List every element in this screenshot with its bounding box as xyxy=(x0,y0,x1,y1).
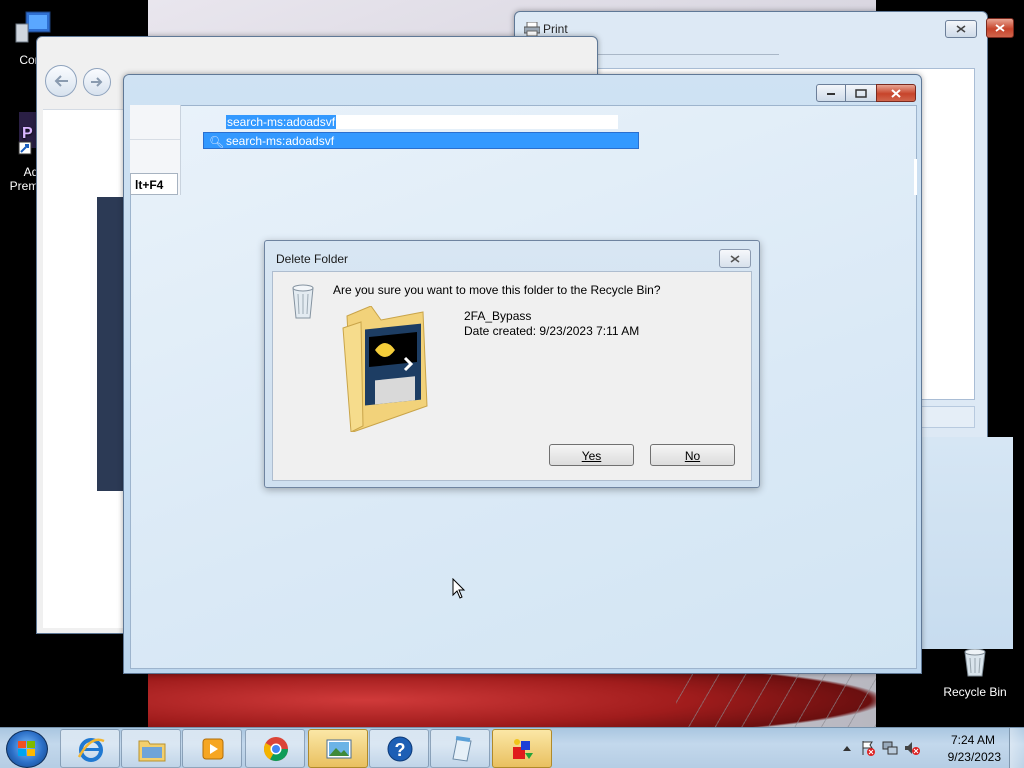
print-window-title: Print xyxy=(543,22,568,36)
volume-muted-icon[interactable] xyxy=(904,740,920,756)
chrome-icon xyxy=(263,737,288,762)
dialog-close-button[interactable] xyxy=(719,249,751,268)
search-suggestion-item[interactable]: 🔍︎ search-ms:adoadsvf xyxy=(203,132,639,149)
taskbar-item-media-player[interactable] xyxy=(182,729,242,768)
close-icon xyxy=(730,254,740,263)
desktop-icon-recycle-bin[interactable]: Recycle Bin xyxy=(940,648,1010,699)
taskbar-item-internet-explorer[interactable] xyxy=(60,729,120,768)
hidden-window-close-button[interactable] xyxy=(986,18,1014,38)
background-window-edge xyxy=(920,437,1013,649)
taskbar-item-paint-3d[interactable] xyxy=(492,729,552,768)
taskbar: ? 7:24 AM 9/23/2023 xyxy=(0,727,1024,768)
scrollbar-thumb[interactable] xyxy=(914,159,917,195)
address-search-input[interactable]: search-ms:adoadsvf xyxy=(226,115,618,129)
taskbar-item-photo-viewer[interactable] xyxy=(308,729,368,768)
close-button[interactable] xyxy=(876,84,916,102)
close-icon xyxy=(995,24,1005,32)
menu-shortcut-label[interactable]: lt+F4 xyxy=(130,173,178,195)
restore-icon xyxy=(855,88,867,98)
windows-explorer-icon xyxy=(138,740,166,762)
recycle-bin-icon xyxy=(964,648,986,677)
minimize-icon xyxy=(827,93,835,95)
clock-date[interactable]: 9/23/2023 xyxy=(948,750,1001,764)
internet-explorer-icon xyxy=(77,738,105,762)
action-center-flag-icon[interactable] xyxy=(860,740,876,756)
no-button-label: No xyxy=(684,449,701,463)
paint-3d-icon xyxy=(513,739,533,759)
delete-folder-dialog[interactable]: Delete Folder Are you sure you want to m… xyxy=(264,240,760,488)
minimize-button[interactable] xyxy=(816,84,846,102)
adobe-premiere-icon: P xyxy=(18,112,39,155)
maximize-button[interactable] xyxy=(845,84,877,102)
clock-time[interactable]: 7:24 AM xyxy=(951,733,995,747)
taskbar-item-help[interactable]: ? xyxy=(369,729,429,768)
back-button[interactable] xyxy=(45,65,77,97)
folder-date-created: Date created: 9/23/2023 7:11 AM xyxy=(464,324,640,338)
search-suggestion-label: search-ms:adoadsvf xyxy=(226,134,335,148)
desktop-icon-label: Recycle Bin xyxy=(943,685,1007,699)
dialog-question: Are you sure you want to move this folde… xyxy=(333,283,661,297)
printer-icon xyxy=(524,22,540,36)
show-hidden-icons-icon[interactable] xyxy=(842,744,852,752)
yes-button-label: Yes xyxy=(581,449,602,463)
forward-button[interactable] xyxy=(83,68,111,96)
search-icon: 🔍︎ xyxy=(209,135,225,149)
help-icon: ? xyxy=(387,736,413,762)
windows-logo-icon xyxy=(18,741,35,756)
recycle-bin-icon xyxy=(292,284,314,319)
system-tray: 7:24 AM 9/23/2023 xyxy=(834,728,1024,768)
yes-button[interactable]: Yes xyxy=(549,444,634,466)
close-icon xyxy=(956,25,966,33)
print-close-button[interactable] xyxy=(945,20,977,38)
close-icon xyxy=(891,88,901,98)
dialog-title: Delete Folder xyxy=(276,252,349,266)
folder-thumbnail-icon xyxy=(342,306,428,432)
forward-arrow-icon xyxy=(91,77,103,87)
taskbar-item-chrome[interactable] xyxy=(245,729,305,768)
dialog-body: Are you sure you want to move this folde… xyxy=(272,271,752,481)
show-desktop-button[interactable] xyxy=(1009,728,1024,768)
photo-viewer-icon xyxy=(326,739,352,759)
no-button[interactable]: No xyxy=(650,444,735,466)
start-button[interactable] xyxy=(6,730,48,768)
taskbar-item-windows-explorer[interactable] xyxy=(121,729,181,768)
taskbar-item-notepad[interactable] xyxy=(430,729,490,768)
back-arrow-icon xyxy=(54,75,68,87)
context-menu-fragment: lt+F4 xyxy=(130,105,181,195)
network-icon[interactable] xyxy=(882,740,898,756)
folder-name: 2FA_Bypass xyxy=(464,309,532,323)
mouse-cursor-icon xyxy=(452,578,466,599)
svg-text:P: P xyxy=(22,125,33,142)
menu-separator xyxy=(130,139,180,140)
notepad-icon xyxy=(452,736,472,762)
search-text-selected: search-ms:adoadsvf xyxy=(226,115,337,129)
svg-text:?: ? xyxy=(395,740,406,760)
media-player-icon xyxy=(202,738,224,760)
